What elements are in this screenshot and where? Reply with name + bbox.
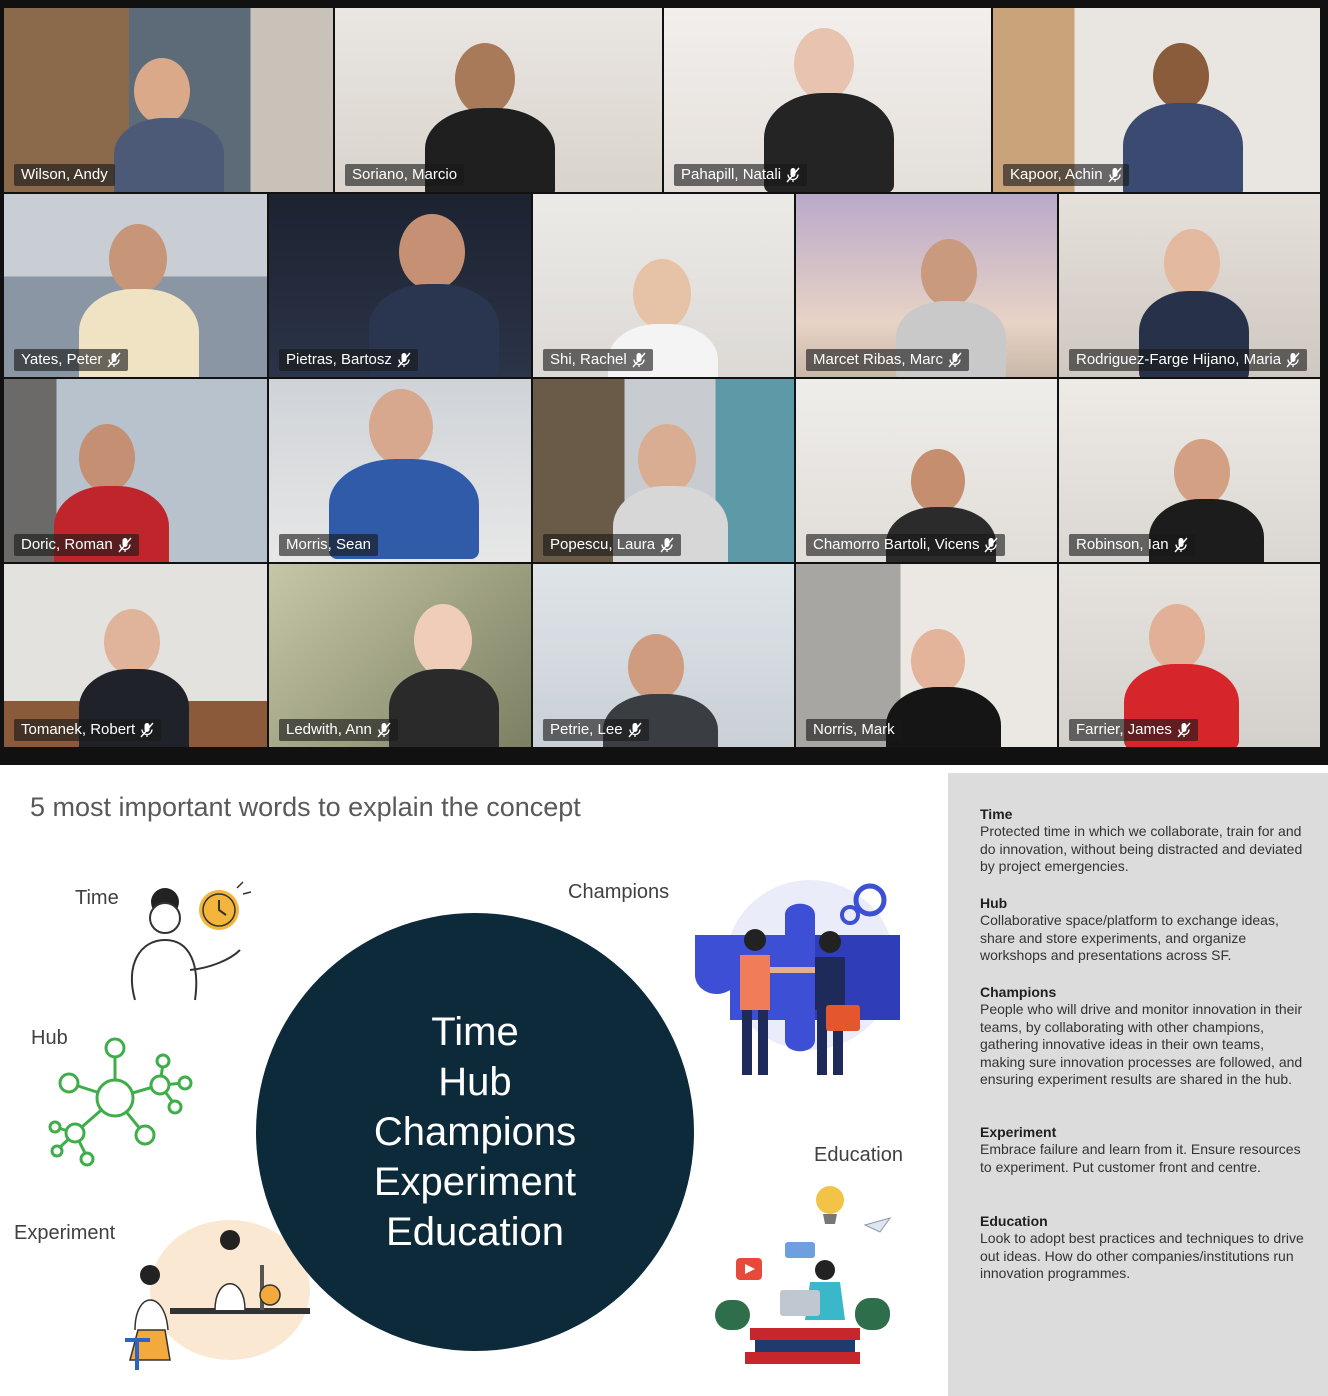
participant-name-tag: Pietras, Bartosz — [279, 349, 418, 371]
participant-tile[interactable]: Shi, Rachel — [533, 194, 794, 377]
description-champions: Champions People who will drive and moni… — [980, 984, 1305, 1089]
center-word: Experiment — [373, 1160, 577, 1204]
participant-tile[interactable]: Popescu, Laura — [533, 379, 794, 562]
description-text: Protected time in which we collaborate, … — [980, 823, 1303, 874]
mic-muted-icon — [118, 537, 132, 553]
center-words-circle: Time Hub Champions Experiment Education — [256, 913, 694, 1351]
participant-name-tag: Doric, Roman — [14, 534, 139, 556]
video-call-grid: Wilson, Andy Soriano, Marcio Pahapill, N… — [0, 0, 1328, 765]
mic-muted-icon — [397, 352, 411, 368]
description-text: Look to adopt best practices and techniq… — [980, 1230, 1304, 1281]
description-education: Education Look to adopt best practices a… — [980, 1213, 1305, 1283]
mic-muted-icon — [628, 722, 642, 738]
participant-tile[interactable]: Wilson, Andy — [4, 8, 333, 192]
mic-muted-icon — [948, 352, 962, 368]
participant-tile[interactable]: Farrier, James — [1059, 564, 1320, 747]
mic-muted-icon — [984, 537, 999, 553]
description-heading: Education — [980, 1213, 1048, 1229]
mic-muted-icon — [632, 352, 646, 368]
participant-tile[interactable]: Doric, Roman — [4, 379, 267, 562]
description-hub: Hub Collaborative space/platform to exch… — [980, 895, 1305, 965]
mic-muted-icon — [786, 167, 800, 183]
participant-tile[interactable]: Pahapill, Natali — [664, 8, 991, 192]
mic-muted-icon — [377, 722, 391, 738]
participant-name-tag: Soriano, Marcio — [345, 164, 465, 186]
mic-muted-icon — [1108, 167, 1122, 183]
participant-tile[interactable]: Morris, Sean — [269, 379, 531, 562]
mic-muted-icon — [1174, 537, 1188, 553]
participant-tile[interactable]: Kapoor, Achin — [993, 8, 1320, 192]
description-heading: Hub — [980, 895, 1008, 911]
label-experiment: Experiment — [14, 1222, 116, 1244]
center-word: Hub — [438, 1060, 512, 1104]
participant-name-tag: Shi, Rachel — [543, 349, 653, 371]
mic-muted-icon — [660, 537, 674, 553]
participant-tile[interactable]: Soriano, Marcio — [335, 8, 662, 192]
mic-muted-icon — [1177, 722, 1191, 738]
participant-name-tag: Popescu, Laura — [543, 534, 682, 556]
participant-tile[interactable]: Chamorro Bartoli, Vicens — [796, 379, 1057, 562]
champions-puzzle-icon — [695, 880, 900, 1075]
participant-name-tag: Kapoor, Achin — [1003, 164, 1129, 186]
center-word: Education — [386, 1210, 564, 1254]
participant-name-tag: Ledwith, Ann — [279, 719, 398, 741]
center-word: Champions — [373, 1110, 577, 1154]
label-champions: Champions — [568, 881, 670, 903]
participant-name-tag: Wilson, Andy — [14, 164, 115, 186]
hub-network-icon — [48, 1037, 193, 1167]
description-text: Collaborative space/platform to exchange… — [980, 912, 1279, 963]
participant-tile[interactable]: Ledwith, Ann — [269, 564, 531, 747]
participant-tile[interactable]: Petrie, Lee — [533, 564, 794, 747]
mic-muted-icon — [140, 722, 154, 738]
description-experiment: Experiment Embrace failure and learn fro… — [980, 1124, 1305, 1176]
participant-tile[interactable]: Norris, Mark — [796, 564, 1057, 747]
label-education: Education — [814, 1144, 903, 1166]
description-time: Time Protected time in which we collabor… — [980, 806, 1305, 876]
description-heading: Experiment — [980, 1124, 1057, 1140]
label-time: Time — [75, 887, 119, 909]
participant-name-tag: Farrier, James — [1069, 719, 1198, 741]
experiment-lab-icon — [125, 1220, 310, 1370]
participant-name-tag: Pahapill, Natali — [674, 164, 808, 186]
participant-tile[interactable]: Robinson, Ian — [1059, 379, 1320, 562]
participant-name-tag: Rodriguez-Farge Hijano, Maria — [1069, 349, 1308, 371]
time-illustration-icon — [130, 881, 252, 1001]
participant-tile[interactable]: Rodriguez-Farge Hijano, Maria — [1059, 194, 1320, 377]
descriptions-panel: Time Protected time in which we collabor… — [948, 773, 1328, 1396]
participant-name-tag: Yates, Peter — [14, 349, 129, 371]
education-reading-icon — [715, 1186, 892, 1364]
center-word: Time — [431, 1010, 519, 1054]
participant-tile[interactable]: Pietras, Bartosz — [269, 194, 531, 377]
participant-name-tag: Norris, Mark — [806, 719, 902, 741]
description-text: People who will drive and monitor innova… — [980, 1001, 1303, 1087]
description-heading: Champions — [980, 984, 1057, 1000]
participant-name-tag: Morris, Sean — [279, 534, 379, 556]
participant-tile[interactable]: Tomanek, Robert — [4, 564, 267, 747]
description-heading: Time — [980, 806, 1013, 822]
description-text: Embrace failure and learn from it. Ensur… — [980, 1141, 1301, 1175]
participant-name-tag: Chamorro Bartoli, Vicens — [806, 534, 1006, 556]
participant-name-tag: Tomanek, Robert — [14, 719, 162, 741]
mic-muted-icon — [107, 352, 121, 368]
participant-name-tag: Robinson, Ian — [1069, 534, 1195, 556]
participant-tile[interactable]: Yates, Peter — [4, 194, 267, 377]
mic-muted-icon — [1286, 352, 1300, 368]
participant-name-tag: Petrie, Lee — [543, 719, 649, 741]
participant-name-tag: Marcet Ribas, Marc — [806, 349, 970, 371]
participant-tile[interactable]: Marcet Ribas, Marc — [796, 194, 1057, 377]
slide-title: 5 most important words to explain the co… — [30, 792, 581, 822]
